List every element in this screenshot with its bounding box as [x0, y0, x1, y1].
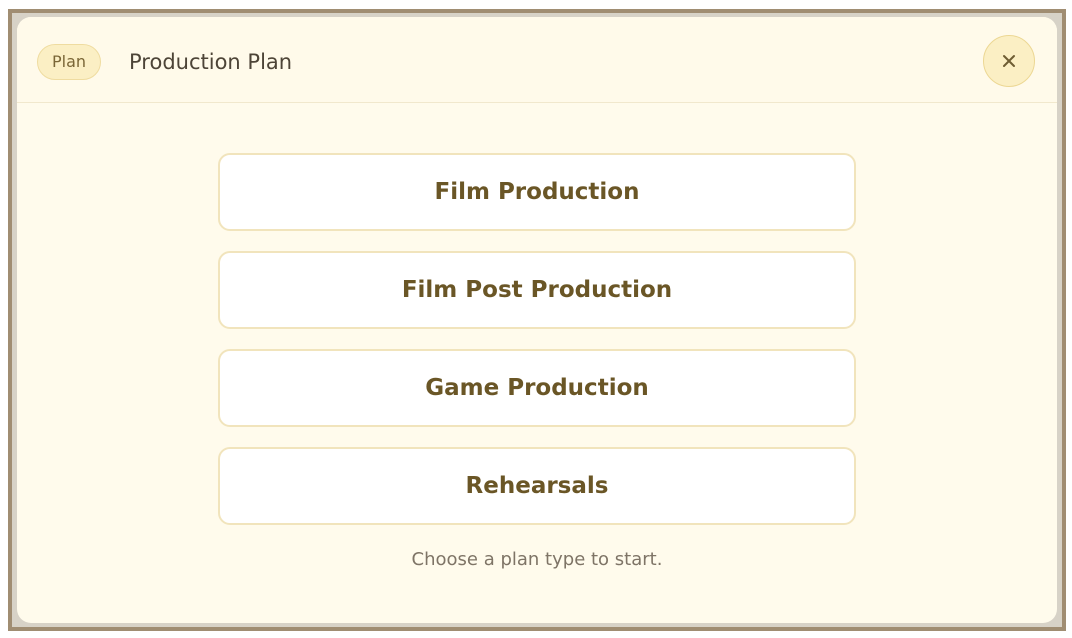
option-rehearsals[interactable]: Rehearsals: [218, 447, 856, 525]
plan-dialog: Plan Production Plan Film Production Fil…: [17, 17, 1057, 623]
plan-badge: Plan: [37, 44, 102, 80]
option-film-post-production[interactable]: Film Post Production: [218, 251, 856, 329]
plan-type-options: Film Production Film Post Production Gam…: [218, 153, 856, 545]
dialog-title: Production Plan: [129, 50, 293, 74]
option-game-production[interactable]: Game Production: [218, 349, 856, 427]
option-film-production[interactable]: Film Production: [218, 153, 856, 231]
instruction-text: Choose a plan type to start.: [411, 549, 663, 570]
dialog-header: Plan Production Plan: [17, 17, 1057, 103]
window-frame: Plan Production Plan Film Production Fil…: [8, 9, 1066, 631]
close-button[interactable]: [983, 35, 1035, 87]
close-icon: [1003, 55, 1015, 67]
